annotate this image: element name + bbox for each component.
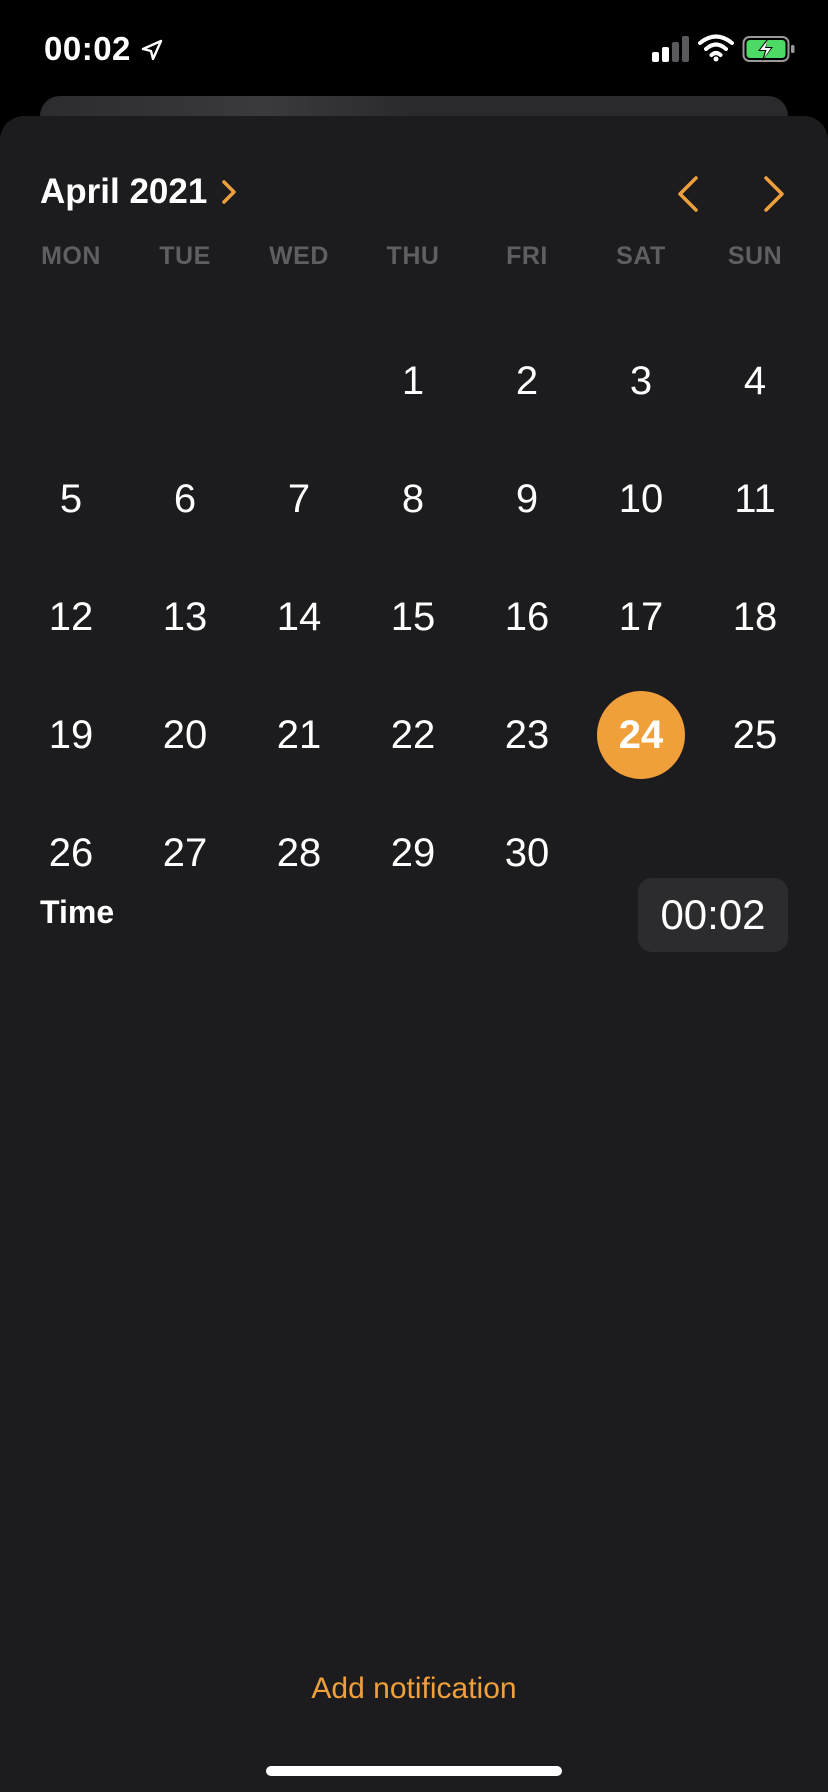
cellular-signal-icon [652,36,689,62]
previous-month-button[interactable] [670,172,706,216]
calendar-day[interactable]: 2 [470,336,584,426]
calendar-day-selected[interactable]: 24 [584,690,698,780]
calendar-grid: 1 2 3 4 5 6 7 8 9 10 11 12 13 14 15 16 17 18 19 20 21 22 23 24 2… [14,336,814,926]
calendar-day[interactable]: 3 [584,336,698,426]
calendar-week-row: 1234 [14,336,814,454]
weekday-label: WED [269,242,329,270]
calendar-day[interactable]: 6 [128,454,242,544]
calendar-day[interactable]: 16 [470,572,584,662]
weekday-label: SAT [616,242,666,270]
month-year-selector[interactable]: April 2021 [40,168,239,216]
calendar-day[interactable]: 18 [698,572,812,662]
location-arrow-icon [141,39,163,61]
calendar-day[interactable]: 1 [356,336,470,426]
status-time: 00:02 [44,30,131,67]
weekday-label: SUN [727,242,783,270]
calendar-day[interactable]: 8 [356,454,470,544]
calendar-week-row: 5 6 7 8 9 10 11 [14,454,814,572]
calendar-day[interactable]: 9 [470,454,584,544]
time-row: Time 00:02 [40,878,788,952]
calendar-day[interactable]: 22 [356,690,470,780]
calendar-day[interactable]: 25 [698,690,812,780]
month-label[interactable]: April 2021 [40,172,207,212]
weekday-label: TUE [159,242,211,270]
calendar-week-row: 12 13 14 15 16 17 18 [14,572,814,690]
calendar-day[interactable]: 21 [242,690,356,780]
calendar-day[interactable]: 20 [128,690,242,780]
wifi-icon [698,34,734,62]
calendar-day[interactable]: 19 [14,690,128,780]
status-bar: 00:02 [0,0,828,100]
battery-charging-icon [742,36,795,62]
calendar-day[interactable]: 12 [14,572,128,662]
calendar-day[interactable]: 14 [242,572,356,662]
calendar-day[interactable]: 17 [584,572,698,662]
calendar-day[interactable]: 7 [242,454,356,544]
next-month-button[interactable] [756,172,792,216]
calendar-day[interactable]: 10 [584,454,698,544]
weekday-label: FRI [506,242,548,270]
time-label: Time [40,894,115,930]
time-picker-button[interactable]: 00:02 [638,878,788,952]
calendar-day[interactable]: 15 [356,572,470,662]
calendar-day[interactable]: 5 [14,454,128,544]
weekday-header: MON TUE WED THU FRI SAT SUN [14,242,814,271]
chevron-right-icon[interactable] [219,177,239,207]
selected-day-circle[interactable]: 24 [597,691,685,779]
home-indicator [266,1766,562,1776]
calendar-day[interactable]: 23 [470,690,584,780]
calendar-day[interactable]: 13 [128,572,242,662]
calendar-day[interactable]: 4 [698,336,812,426]
screen: 00:02 April 2021 MON TUE WED THU FRI SAT… [0,0,828,1792]
add-notification-button[interactable]: Add notification [0,1672,828,1706]
calendar-week-row: 19 20 21 22 23 24 25 [14,690,814,808]
calendar-day[interactable]: 11 [698,454,812,544]
weekday-label: THU [386,242,440,270]
date-picker-sheet: April 2021 MON TUE WED THU FRI SAT SUN 1… [0,116,828,1792]
weekday-label: MON [41,242,101,270]
